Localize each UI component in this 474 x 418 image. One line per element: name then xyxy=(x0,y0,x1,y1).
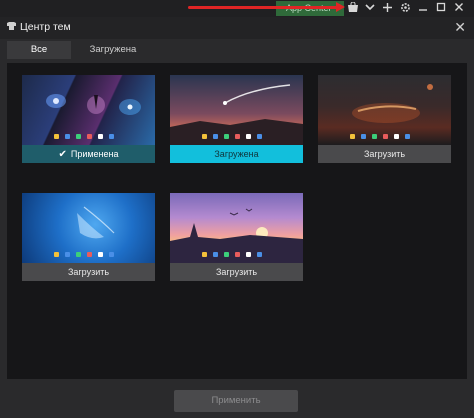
gear-icon[interactable] xyxy=(398,2,412,15)
chevron-down-icon[interactable] xyxy=(363,2,377,15)
theme-status-loaded: Загружена xyxy=(170,145,303,163)
annotation-arrow xyxy=(188,6,338,9)
theme-thumbnail[interactable] xyxy=(22,75,155,145)
theme-grid: ✔ Применена Загружена Загрузить Загрузит… xyxy=(7,63,467,379)
dock-preview xyxy=(54,134,123,139)
check-icon: ✔ xyxy=(58,149,67,160)
close-icon[interactable]: ✕ xyxy=(454,19,466,35)
theme-center-dialog: Центр тем ✕ Все Загружена ✔ Применена За… xyxy=(0,17,474,418)
dock-preview xyxy=(202,252,271,257)
dialog-titlebar: Центр тем ✕ xyxy=(0,17,474,39)
download-button[interactable]: Загрузить xyxy=(22,263,155,281)
store-icon[interactable] xyxy=(346,1,360,15)
apply-button[interactable]: Применить xyxy=(174,390,298,412)
download-button[interactable]: Загрузить xyxy=(170,263,303,281)
theme-status-label: Применена xyxy=(70,149,119,159)
dialog-title: Центр тем xyxy=(20,21,71,33)
pin-icon[interactable] xyxy=(380,2,394,15)
theme-thumbnail[interactable] xyxy=(170,75,303,145)
theme-thumbnail[interactable] xyxy=(22,193,155,263)
theme-thumbnail[interactable] xyxy=(318,75,451,145)
dock-preview xyxy=(202,134,271,139)
minimize-icon[interactable] xyxy=(416,2,430,15)
theme-thumbnail[interactable] xyxy=(170,193,303,263)
dialog-footer: Применить xyxy=(0,381,474,418)
close-icon[interactable] xyxy=(452,2,466,15)
annotation-arrow-head xyxy=(336,2,345,12)
tab-downloaded[interactable]: Загружена xyxy=(75,41,151,59)
theme-icon xyxy=(6,21,18,33)
download-button[interactable]: Загрузить xyxy=(318,145,451,163)
theme-status-applied: ✔ Применена xyxy=(22,145,155,163)
dock-preview xyxy=(350,134,419,139)
maximize-icon[interactable] xyxy=(434,2,448,15)
host-toolbar: App Center xyxy=(0,0,474,17)
dock-preview xyxy=(54,252,123,257)
tab-all[interactable]: Все xyxy=(7,41,71,59)
